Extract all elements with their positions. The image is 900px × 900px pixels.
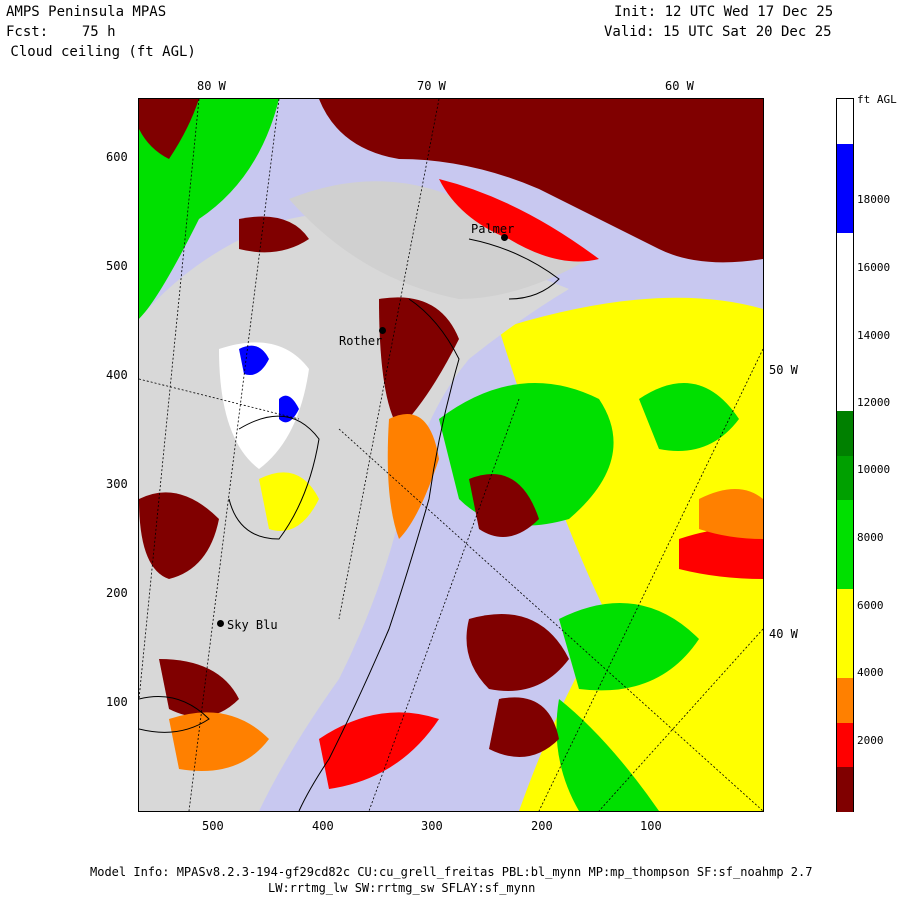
lon-label-60w: 60 W bbox=[665, 79, 694, 93]
legend-color-segment bbox=[837, 99, 853, 144]
legend-label-4000: 4000 bbox=[857, 666, 884, 679]
station-label-sky-blu: Sky Blu bbox=[227, 618, 278, 632]
y-tick-600: 600 bbox=[106, 150, 128, 164]
valid-time: Valid: 15 UTC Sat 20 Dec 25 bbox=[604, 24, 832, 40]
legend-color-segment bbox=[837, 232, 853, 278]
y-tick-500: 500 bbox=[106, 259, 128, 273]
legend-color-segment bbox=[837, 677, 853, 723]
x-tick-400: 400 bbox=[312, 819, 334, 833]
legend-color-segment bbox=[837, 633, 853, 678]
y-tick-100: 100 bbox=[106, 695, 128, 709]
lon-label-40w: 40 W bbox=[769, 627, 798, 641]
station-label-palmer: Palmer bbox=[471, 222, 515, 236]
legend-label-2000: 2000 bbox=[857, 734, 884, 747]
legend-label-14000: 14000 bbox=[857, 329, 891, 342]
lon-label-80w: 80 W bbox=[197, 79, 226, 93]
model-info-line2: LW:rrtmg_lw SW:rrtmg_sw SFLAY:sf_mynn bbox=[268, 881, 536, 895]
forecast-hour: Fcst: 75 h bbox=[6, 24, 116, 40]
x-tick-500: 500 bbox=[202, 819, 224, 833]
lon-label-70w: 70 W bbox=[417, 79, 446, 93]
legend-color-segment bbox=[837, 499, 853, 545]
legend-color-segment bbox=[837, 321, 853, 367]
init-time: Init: 12 UTC Wed 17 Dec 25 bbox=[614, 4, 834, 20]
station-marker-sky-blu bbox=[217, 620, 224, 627]
legend-color-segment bbox=[837, 410, 853, 456]
legend-label-18000: 18000 bbox=[857, 193, 891, 206]
legend-color-segment bbox=[837, 455, 853, 500]
field-name: Cloud ceiling (ft AGL) bbox=[2, 44, 196, 60]
legend-unit: ft AGL bbox=[857, 93, 897, 106]
x-tick-100: 100 bbox=[640, 819, 662, 833]
x-tick-300: 300 bbox=[421, 819, 443, 833]
legend-color-segment bbox=[837, 366, 853, 411]
y-tick-400: 400 bbox=[106, 368, 128, 382]
title-model: AMPS Peninsula MPAS bbox=[6, 4, 167, 20]
legend-label-6000: 6000 bbox=[857, 599, 884, 612]
station-label-rothera: Rother bbox=[339, 334, 383, 348]
legend-label-8000: 8000 bbox=[857, 531, 884, 544]
map-field-svg bbox=[139, 99, 763, 811]
legend-color-segment bbox=[837, 544, 853, 589]
legend-color-segment bbox=[837, 588, 853, 634]
legend-label-10000: 10000 bbox=[857, 463, 891, 476]
model-info-line1: Model Info: MPASv8.2.3-194-gf29cd82c CU:… bbox=[90, 865, 813, 879]
legend-color-segment bbox=[837, 722, 853, 767]
legend-color-segment bbox=[837, 277, 853, 322]
legend-color-segment bbox=[837, 143, 853, 189]
cloud-ceiling-map: Palmer Rother Sky Blu bbox=[138, 98, 764, 812]
legend-color-segment bbox=[837, 188, 853, 233]
y-tick-200: 200 bbox=[106, 586, 128, 600]
lon-label-50w: 50 W bbox=[769, 363, 798, 377]
x-tick-200: 200 bbox=[531, 819, 553, 833]
legend-label-16000: 16000 bbox=[857, 261, 891, 274]
color-legend bbox=[836, 98, 854, 812]
legend-label-12000: 12000 bbox=[857, 396, 891, 409]
y-tick-300: 300 bbox=[106, 477, 128, 491]
legend-color-segment bbox=[837, 766, 853, 812]
